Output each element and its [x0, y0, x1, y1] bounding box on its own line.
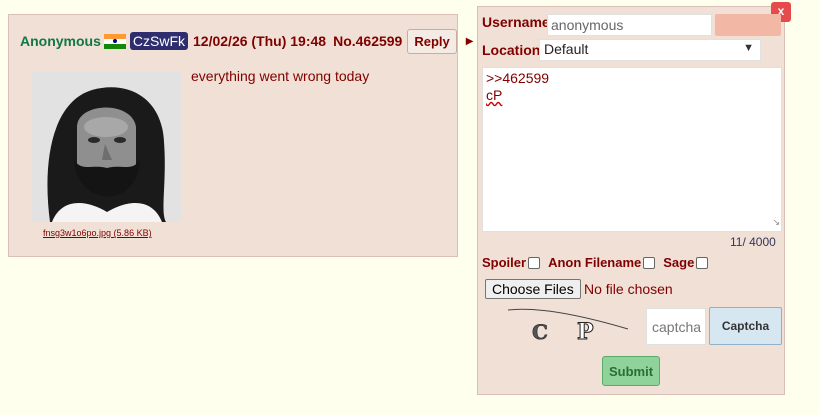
post-container: Anonymous CzSwFk 12/02/26 (Thu) 19:48 No… — [8, 14, 473, 257]
anon-filename-label: Anon Filename — [548, 255, 642, 270]
post-message: everything went wrong today — [191, 68, 370, 84]
chevron-down-icon: ▼ — [743, 42, 754, 54]
resize-grip-icon[interactable]: ↘ — [772, 214, 780, 231]
reply-button[interactable]: Reply — [407, 28, 457, 54]
sage-label: Sage — [663, 255, 695, 270]
username-field[interactable]: anonymous — [547, 14, 712, 36]
name-color-picker[interactable] — [715, 14, 781, 36]
captcha-input[interactable]: captcha — [646, 308, 706, 345]
location-select[interactable]: Default ▼ — [539, 39, 761, 61]
captcha-button[interactable]: Captcha — [709, 307, 782, 345]
post-date: 12/02/26 (Thu) 19:48 — [193, 33, 327, 49]
choose-files-button[interactable]: Choose Files — [485, 279, 581, 299]
poster-id-badge[interactable]: CzSwFk — [129, 32, 189, 50]
poster-name: Anonymous — [20, 33, 101, 49]
india-flag-icon — [103, 33, 126, 49]
character-counter: 11/ 4000 — [730, 235, 776, 249]
post-number[interactable]: No.462599 — [333, 33, 402, 49]
submit-button[interactable]: Submit — [602, 356, 660, 386]
spoiler-checkbox[interactable] — [528, 256, 541, 269]
username-label: Username — [482, 14, 550, 30]
message-line-text: cP — [486, 87, 503, 103]
location-label: Location — [482, 42, 541, 58]
quick-reply-form: x Username anonymous Location Default ▼ … — [477, 2, 791, 395]
options-row: Spoiler Anon Filename Sage — [482, 255, 716, 270]
no-file-chosen-text: No file chosen — [584, 281, 673, 297]
captcha-image: C P — [504, 305, 634, 347]
svg-text:C: C — [532, 320, 548, 344]
spoiler-label: Spoiler — [482, 255, 527, 270]
svg-text:P: P — [577, 319, 594, 345]
location-selected-value: Default — [544, 41, 589, 57]
sage-checkbox[interactable] — [696, 256, 709, 269]
post-thumbnail-image[interactable] — [32, 72, 181, 222]
post-header: Anonymous CzSwFk 12/02/26 (Thu) 19:48 No… — [20, 28, 474, 54]
anon-filename-checkbox[interactable] — [643, 256, 656, 269]
file-info-link[interactable]: fnsg3w1o6po.jpg (5.86 KB) — [43, 228, 152, 238]
post-menu-arrow-icon[interactable]: ▶ — [466, 36, 474, 47]
message-line-quote: >>462599 — [486, 70, 550, 86]
message-textarea[interactable]: >>462599 cP ↘ — [482, 67, 782, 232]
